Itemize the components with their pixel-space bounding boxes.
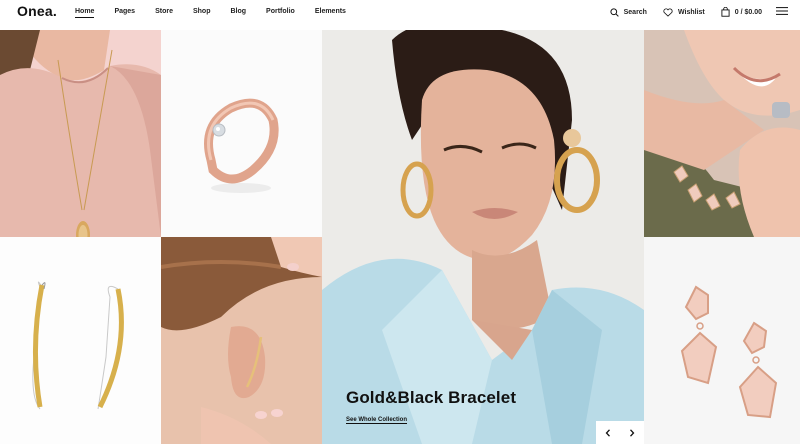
cart-button[interactable]: 0 / $0.00 [721,7,762,17]
product-image-ear-cuff[interactable] [161,237,322,444]
site-header: Onea. Home Pages Store Shop Blog Portfol… [0,0,800,30]
nav-pages[interactable]: Pages [114,8,135,18]
product-image-stone-necklace[interactable] [644,30,800,237]
nav-shop[interactable]: Shop [193,8,211,18]
logo[interactable]: Onea. [17,3,57,19]
cart-label: 0 / $0.00 [734,8,762,16]
see-collection-link[interactable]: See Whole Collection [346,417,408,424]
heart-icon [663,7,673,17]
prev-slide-button[interactable] [596,421,620,444]
chevron-right-icon [630,428,635,437]
next-slide-button[interactable] [620,421,644,444]
wishlist-button[interactable]: Wishlist [663,7,705,17]
hamburger-menu-icon [776,7,788,15]
main-nav: Home Pages Store Shop Blog Portfolio Ele… [75,8,366,18]
wishlist-label: Wishlist [677,8,705,16]
hero-slide: Gold&Black Bracelet See Whole Collection [322,30,644,444]
product-image-rose-gold-ring[interactable] [161,30,322,237]
slider-controls [596,421,644,444]
hero-title: Gold&Black Bracelet [346,388,517,407]
nav-blog[interactable]: Blog [230,8,246,18]
product-image-pendant-necklace[interactable] [0,30,161,237]
search-label: Search [623,8,647,16]
chevron-left-icon [605,428,610,437]
bag-icon [721,7,730,17]
nav-elements[interactable]: Elements [315,8,346,18]
hero-caption: Gold&Black Bracelet See Whole Collection [346,388,516,426]
header-tools: Search Wishlist 0 / $0.00 [594,7,788,17]
nav-home[interactable]: Home [75,8,95,18]
product-image-drop-earrings[interactable] [644,237,800,444]
search-button[interactable]: Search [610,7,647,17]
nav-portfolio[interactable]: Portfolio [266,8,295,18]
product-image-gold-threader-earrings[interactable] [0,237,161,444]
search-icon [610,7,619,17]
nav-store[interactable]: Store [155,8,173,18]
menu-button[interactable] [776,7,788,17]
